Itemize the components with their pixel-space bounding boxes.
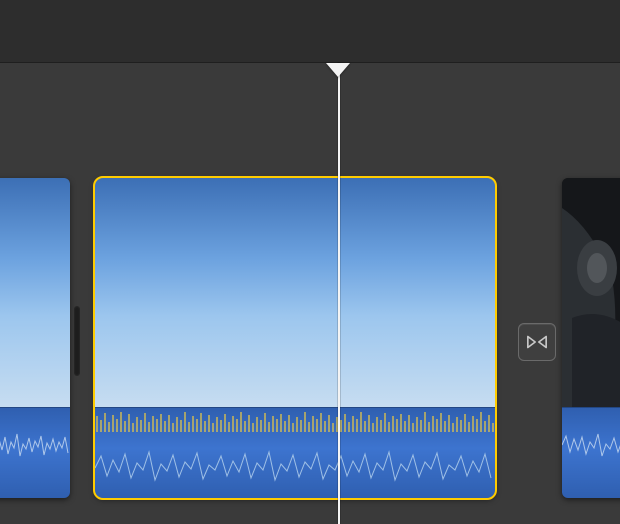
timeline-clip[interactable]: [562, 178, 620, 498]
clip-edge-handle[interactable]: [74, 306, 80, 376]
timeline-clip-selected[interactable]: [95, 178, 495, 498]
clip-thumbnail: [95, 178, 495, 408]
clip-audio-waveform[interactable]: [562, 407, 620, 498]
clip-thumbnail: [0, 178, 70, 408]
timeline[interactable]: [0, 63, 620, 524]
playhead-handle[interactable]: [326, 63, 350, 77]
clip-thumbnail: [562, 178, 620, 408]
playhead-line[interactable]: [338, 63, 340, 524]
toolbar-strip: [0, 0, 620, 63]
timeline-clip[interactable]: [0, 178, 70, 498]
clip-audio-waveform[interactable]: [0, 407, 70, 498]
clip-audio-waveform[interactable]: [95, 407, 495, 498]
transition-icon[interactable]: [518, 323, 556, 361]
